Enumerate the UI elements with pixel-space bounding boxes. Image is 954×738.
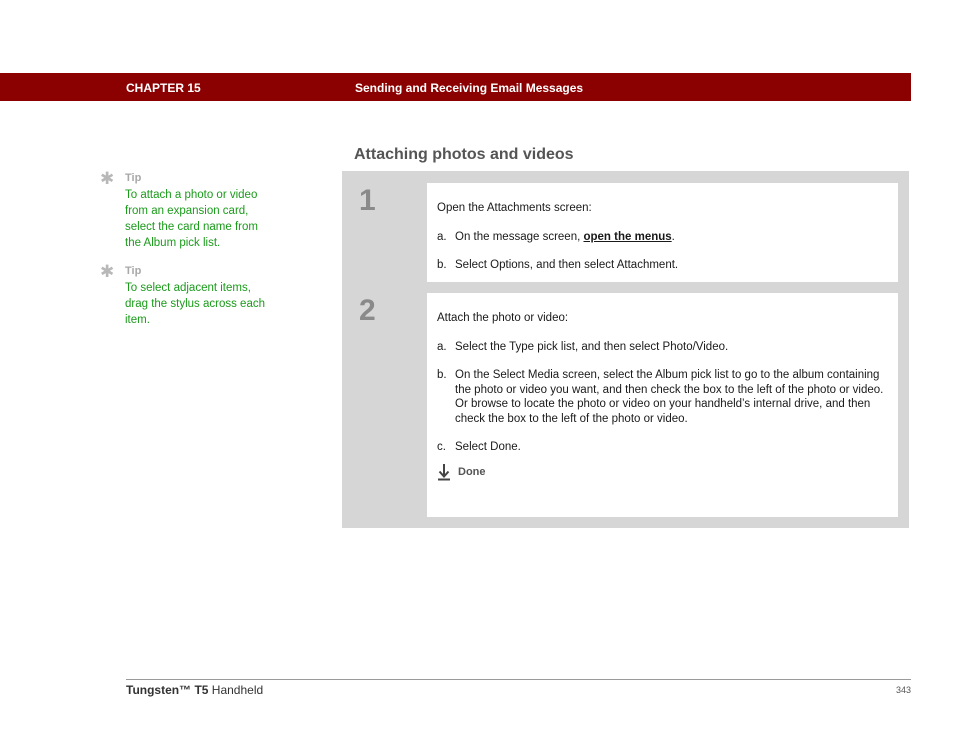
step-number: 2 — [359, 294, 376, 327]
tip-label: Tip — [125, 172, 142, 184]
substep-a: a. Select the Type pick list, and then s… — [437, 340, 888, 355]
substep-b: b. On the Select Media screen, select th… — [437, 368, 888, 426]
down-arrow-icon — [438, 463, 450, 480]
footer-product: Tungsten™ T5 Handheld — [126, 683, 263, 697]
tip-text: To attach a photo or video from an expan… — [125, 189, 258, 249]
product-name: Tungsten™ T5 — [126, 683, 209, 697]
step-intro: Open the Attachments screen: — [437, 202, 592, 214]
page-number: 343 — [895, 685, 911, 695]
substep-a: a. On the message screen, open the menus… — [437, 230, 675, 243]
substep-text: Select the Type pick list, and then sele… — [455, 340, 729, 353]
substep-text: Select Options, and then select Attachme… — [455, 259, 679, 271]
step-content: Open the Attachments screen: a. On the m… — [437, 183, 888, 273]
footer-divider — [126, 679, 911, 680]
steps-panel: 1 Open the Attachments screen: a. On the… — [342, 171, 909, 528]
substep-c: c. Select Done. — [437, 440, 888, 455]
done-label: Done — [458, 465, 486, 478]
tip-text: To select adjacent items, drag the stylu… — [125, 282, 265, 326]
chapter-label: CHAPTER 15 — [126, 81, 201, 95]
substep-label: a. — [437, 340, 447, 353]
substep-text: Select Done. — [455, 441, 521, 453]
chapter-title: Sending and Receiving Email Messages — [355, 81, 584, 95]
asterisk-icon: ✱ — [100, 169, 115, 188]
step-intro: Attach the photo or video: — [437, 312, 569, 324]
step-content: Attach the photo or video: a. Select the… — [437, 293, 888, 481]
product-suffix: Handheld — [208, 683, 264, 697]
done-indicator: Done — [437, 463, 888, 481]
step-1: 1 Open the Attachments screen: a. On the… — [353, 183, 898, 282]
substep-text: On the message screen, — [455, 230, 584, 243]
substep-label: b. — [437, 259, 447, 271]
substep-label: a. — [437, 230, 447, 243]
open-the-menus-link[interactable]: open the menus — [583, 231, 671, 243]
step-2: 2 Attach the photo or video: a. Select t… — [353, 293, 898, 517]
substep-text: On the Select Media screen, select the A… — [455, 369, 884, 425]
substep-b: b. Select Options, and then select Attac… — [437, 258, 888, 273]
asterisk-icon: ✱ — [100, 262, 115, 281]
section-title: Attaching photos and videos — [354, 146, 574, 163]
substep-label: b. — [437, 369, 447, 381]
chapter-header-bar: CHAPTER 15 Sending and Receiving Email M… — [0, 73, 911, 101]
step-number: 1 — [359, 184, 376, 217]
tip-label: Tip — [125, 265, 142, 277]
substep-label: c. — [437, 441, 446, 453]
